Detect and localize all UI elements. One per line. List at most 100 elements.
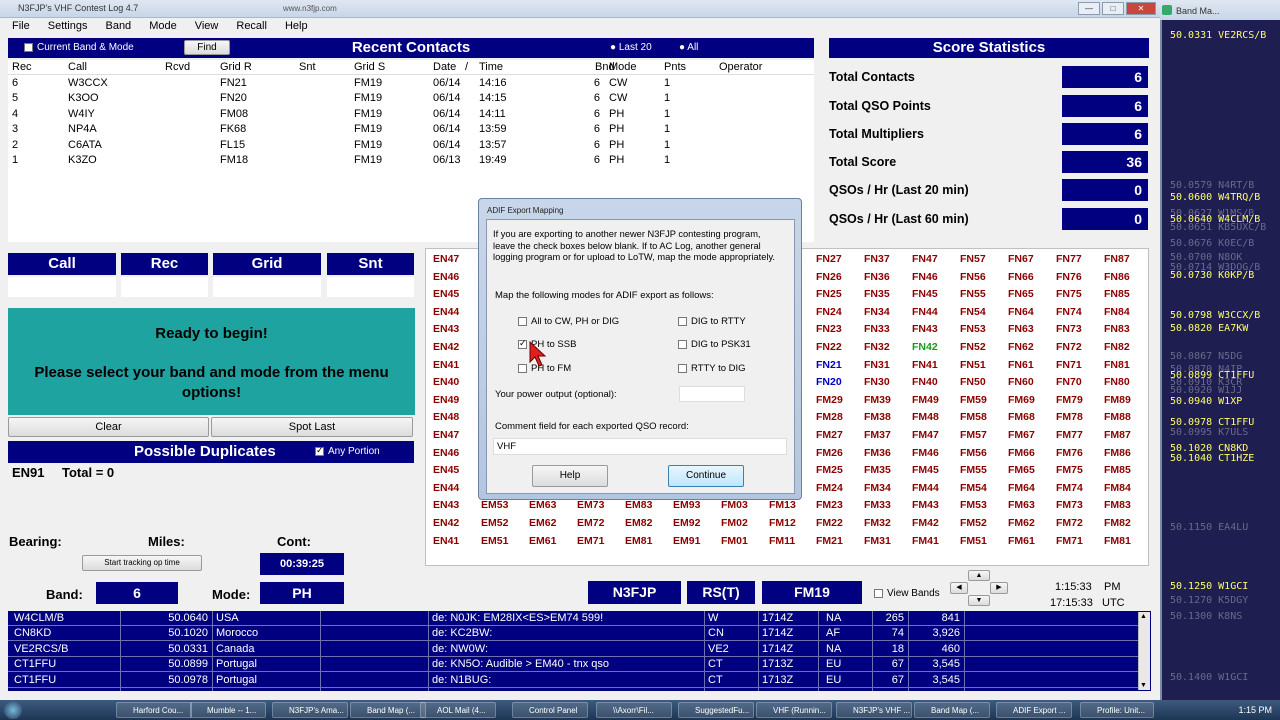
grid-cell[interactable]: FN62: [1008, 341, 1034, 353]
grid-cell[interactable]: FM41: [912, 535, 939, 547]
dx-spot-row[interactable]: CN8KD 50.1020 Morocco de: KC2BW: CN 1714Z AF 74…: [8, 626, 1142, 642]
grid-cell[interactable]: FN33: [864, 323, 890, 335]
grid-cell[interactable]: FM55: [960, 464, 987, 476]
grid-cell[interactable]: FN77: [1056, 253, 1082, 265]
grid-cell[interactable]: FM13: [769, 499, 796, 511]
band-map-spot[interactable]: 50.1250 W1GCI: [1170, 581, 1248, 592]
grid-cell[interactable]: FM85: [1104, 464, 1131, 476]
grid-cell[interactable]: EN42: [433, 341, 459, 353]
grid-cell[interactable]: EM81: [625, 535, 652, 547]
grid-cell[interactable]: FM84: [1104, 482, 1131, 494]
comment-input[interactable]: VHF: [493, 438, 787, 455]
arrow-pad[interactable]: ▲ ◀ ▶ ▼: [950, 570, 1008, 606]
arrow-right-icon[interactable]: ▶: [990, 582, 1008, 594]
band-map-spot[interactable]: 50.0867 N5DG: [1170, 351, 1242, 362]
grid-cell[interactable]: EM51: [481, 535, 508, 547]
grid-cell[interactable]: FM56: [960, 447, 987, 459]
taskbar-item[interactable]: ADIF Export ...: [996, 702, 1072, 718]
grid-cell[interactable]: EM62: [529, 517, 556, 529]
grid-cell[interactable]: FM73: [1056, 499, 1083, 511]
taskbar-item[interactable]: Mumble -- 1...: [190, 702, 266, 718]
grid-cell[interactable]: FM33: [864, 499, 891, 511]
grid-cell[interactable]: FM48: [912, 411, 939, 423]
grid-cell[interactable]: FN23: [816, 323, 842, 335]
grid-cell[interactable]: FM31: [864, 535, 891, 547]
grid-cell[interactable]: FM39: [864, 394, 891, 406]
grid-cell[interactable]: FN80: [1104, 376, 1130, 388]
table-row[interactable]: 3 NP4A FK68 FM19 06/14 13:59 6 PH 1: [8, 123, 814, 138]
grid-cell[interactable]: FM79: [1056, 394, 1083, 406]
grid-cell[interactable]: EN41: [433, 535, 459, 547]
band-map-spot[interactable]: 50.0798 W3CCX/B: [1170, 310, 1260, 321]
grid-cell[interactable]: FM83: [1104, 499, 1131, 511]
grid-cell[interactable]: FM42: [912, 517, 939, 529]
grid-cell[interactable]: FM67: [1008, 429, 1035, 441]
grid-cell[interactable]: EN42: [433, 517, 459, 529]
grid-cell[interactable]: FN47: [912, 253, 938, 265]
grid-cell[interactable]: FN71: [1056, 359, 1082, 371]
grid-cell[interactable]: FN76: [1056, 271, 1082, 283]
grid-cell[interactable]: FN81: [1104, 359, 1130, 371]
grid-input[interactable]: [213, 277, 321, 297]
continue-button[interactable]: Continue: [668, 465, 744, 487]
grid-cell[interactable]: FN43: [912, 323, 938, 335]
grid-cell[interactable]: FN45: [912, 288, 938, 300]
menu-file[interactable]: File: [0, 18, 36, 36]
grid-cell[interactable]: FN53: [960, 323, 986, 335]
grid-cell[interactable]: FM44: [912, 482, 939, 494]
grid-cell[interactable]: EM63: [529, 499, 556, 511]
call-input[interactable]: [8, 277, 116, 297]
grid-cell[interactable]: EN44: [433, 482, 459, 494]
opt-dig-to-psk31[interactable]: DIG to PSK31: [678, 339, 751, 350]
maximize-button[interactable]: □: [1102, 2, 1124, 15]
grid-cell[interactable]: FM21: [816, 535, 843, 547]
taskbar-item[interactable]: SuggestedFu...: [678, 702, 754, 718]
grid-cell[interactable]: FN85: [1104, 288, 1130, 300]
grid-cell[interactable]: EN46: [433, 271, 459, 283]
grid-cell[interactable]: FM38: [864, 411, 891, 423]
minimize-button[interactable]: —: [1078, 2, 1100, 15]
rec-input[interactable]: [121, 277, 208, 297]
scroll-up-icon[interactable]: ▲: [1140, 613, 1147, 620]
grid-cell[interactable]: FM27: [816, 429, 843, 441]
arrow-left-icon[interactable]: ◀: [950, 582, 968, 594]
start-tracking-button[interactable]: Start tracking op time: [82, 555, 202, 571]
mode-value[interactable]: PH: [260, 582, 344, 604]
grid-cell[interactable]: FM02: [721, 517, 748, 529]
grid-cell[interactable]: FN65: [1008, 288, 1034, 300]
menu-band[interactable]: Band: [93, 18, 137, 36]
grid-cell[interactable]: EN46: [433, 447, 459, 459]
band-map-spot[interactable]: 50.0651 KB5UXC/B: [1170, 222, 1266, 233]
grid-cell[interactable]: FM03: [721, 499, 748, 511]
scroll-down-icon[interactable]: ▼: [1140, 682, 1147, 689]
grid-cell[interactable]: FN41: [912, 359, 938, 371]
grid-cell[interactable]: FN74: [1056, 306, 1082, 318]
grid-cell[interactable]: FN21: [816, 359, 842, 371]
table-row[interactable]: 6 W3CCX FN21 FM19 06/14 14:16 6 CW 1: [8, 77, 814, 92]
grid-cell[interactable]: EN43: [433, 499, 459, 511]
grid-cell[interactable]: FM78: [1056, 411, 1083, 423]
grid-cell[interactable]: FM76: [1056, 447, 1083, 459]
grid-cell[interactable]: FN82: [1104, 341, 1130, 353]
arrow-down-icon[interactable]: ▼: [968, 595, 990, 606]
grid-cell[interactable]: FM29: [816, 394, 843, 406]
find-button[interactable]: Find: [184, 40, 230, 55]
grid-cell[interactable]: FN25: [816, 288, 842, 300]
grid-cell[interactable]: EM83: [625, 499, 652, 511]
grid-cell[interactable]: FN34: [864, 306, 890, 318]
grid-cell[interactable]: EN45: [433, 288, 459, 300]
band-map-spot[interactable]: 50.0920 W1JJ: [1170, 385, 1242, 396]
grid-cell[interactable]: FM77: [1056, 429, 1083, 441]
grid-cell[interactable]: FM25: [816, 464, 843, 476]
power-input[interactable]: [679, 386, 745, 402]
grid-cell[interactable]: FN66: [1008, 271, 1034, 283]
grid-cell[interactable]: FN44: [912, 306, 938, 318]
dx-scrollbar[interactable]: ▲ ▼: [1138, 612, 1150, 690]
grid-cell[interactable]: FM82: [1104, 517, 1131, 529]
grid-cell[interactable]: EN48: [433, 411, 459, 423]
grid-cell[interactable]: EN49: [433, 394, 459, 406]
grid-cell[interactable]: FM23: [816, 499, 843, 511]
grid-cell[interactable]: FN63: [1008, 323, 1034, 335]
taskbar-item[interactable]: \\Axorr\Fil...: [596, 702, 672, 718]
grid-cell[interactable]: EM92: [673, 517, 700, 529]
